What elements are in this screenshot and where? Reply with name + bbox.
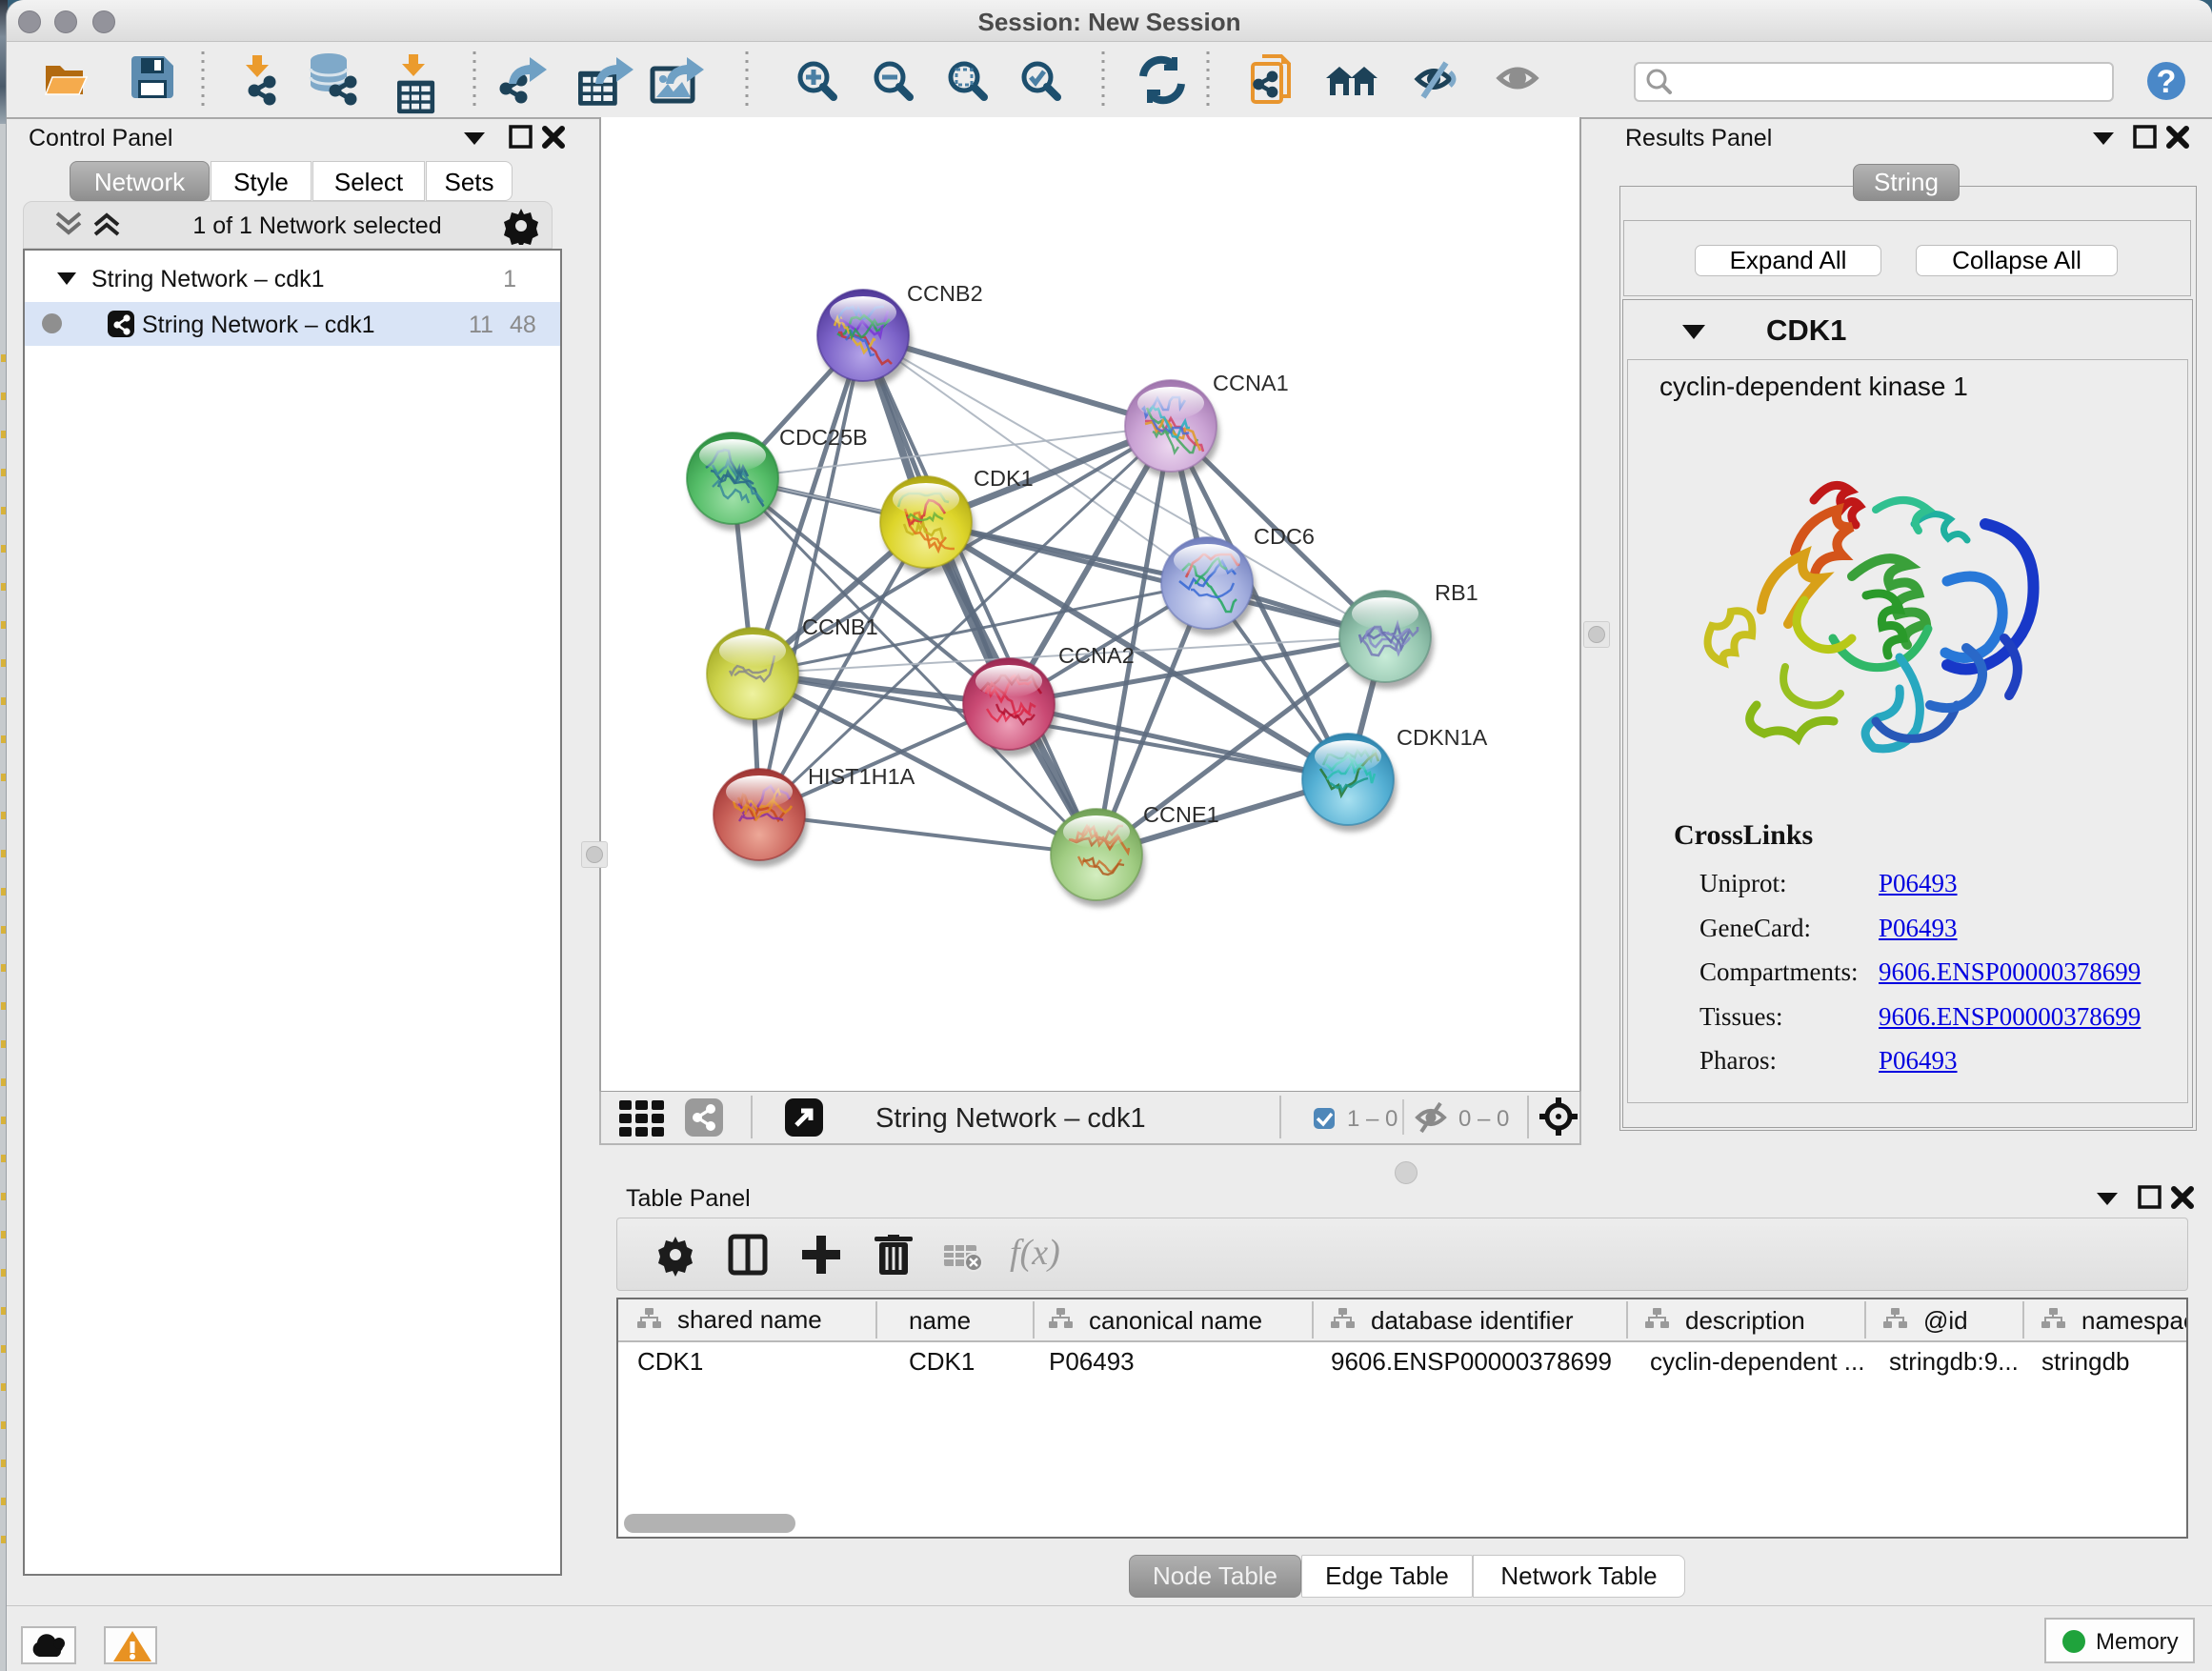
svg-text:CCNB1: CCNB1: [802, 614, 878, 639]
svg-text:1 – 0: 1 – 0: [1347, 1106, 1398, 1132]
svg-text:shared name: shared name: [677, 1305, 822, 1334]
svg-text:P06493: P06493: [1049, 1347, 1135, 1376]
svg-text:?: ?: [2157, 64, 2177, 100]
svg-text:cyclin-dependent ...: cyclin-dependent ...: [1650, 1347, 1864, 1376]
svg-text:CCNB2: CCNB2: [907, 281, 983, 306]
svg-text:HIST1H1A: HIST1H1A: [808, 764, 915, 789]
svg-text:String Network – cdk1: String Network – cdk1: [875, 1103, 1146, 1134]
svg-text:description: description: [1685, 1306, 1805, 1335]
svg-text:CCNE1: CCNE1: [1143, 802, 1219, 827]
svg-text:CDK1: CDK1: [909, 1347, 975, 1376]
svg-text:canonical name: canonical name: [1089, 1306, 1262, 1335]
svg-text:stringdb: stringdb: [2041, 1347, 2130, 1376]
svg-text:CDC25B: CDC25B: [779, 425, 868, 450]
svg-text:0 – 0: 0 – 0: [1458, 1106, 1509, 1132]
svg-text:f(x): f(x): [1010, 1233, 1060, 1273]
svg-text:CDK1: CDK1: [637, 1347, 703, 1376]
svg-text:CDC6: CDC6: [1254, 524, 1315, 549]
svg-text:CDK1: CDK1: [974, 466, 1034, 491]
svg-text:CCNA2: CCNA2: [1058, 643, 1135, 668]
svg-text:CDKN1A: CDKN1A: [1397, 725, 1488, 750]
svg-text:database identifier: database identifier: [1371, 1306, 1574, 1335]
svg-text:stringdb:9...: stringdb:9...: [1889, 1347, 2019, 1376]
svg-text:9606.ENSP00000378699: 9606.ENSP00000378699: [1331, 1347, 1612, 1376]
svg-text:name: name: [909, 1306, 971, 1335]
svg-text:namespac: namespac: [2081, 1306, 2186, 1335]
svg-text:CCNA1: CCNA1: [1213, 371, 1289, 395]
svg-text:RB1: RB1: [1435, 580, 1478, 605]
svg-text:@id: @id: [1923, 1306, 1968, 1335]
